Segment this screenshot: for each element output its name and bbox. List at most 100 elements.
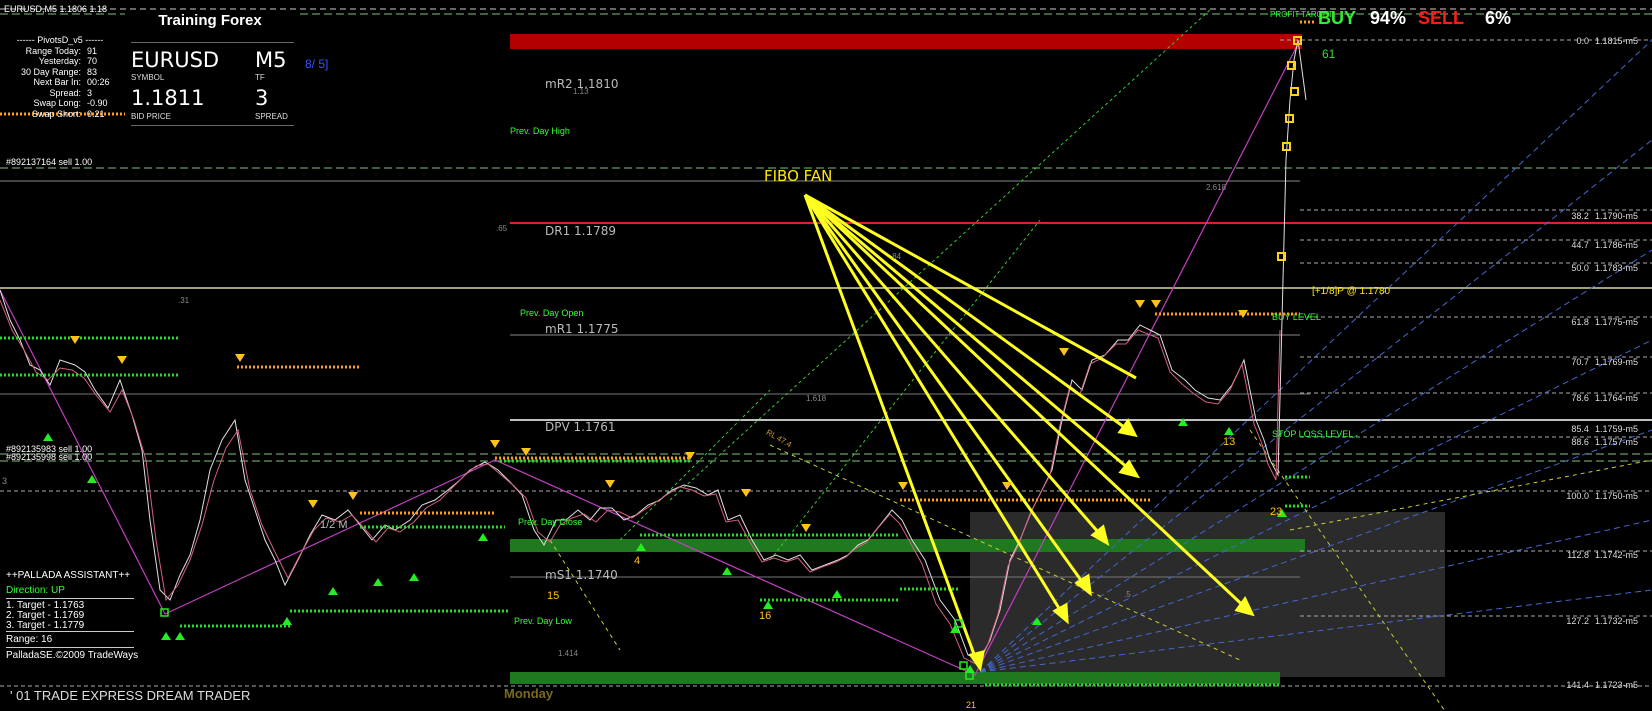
bid-price-label: BID PRICE	[131, 112, 172, 121]
price-scale-pct: 50.0	[1571, 263, 1589, 273]
price-scale-label: 100.0 1.1750-m5	[1566, 491, 1638, 501]
timeframe-value: M5	[255, 48, 287, 72]
price-scale-tag: m5	[1625, 437, 1638, 447]
price-scale-tag: m5	[1625, 393, 1638, 403]
price-scale-price: 1.1775	[1594, 317, 1623, 327]
stop-loss-label: STOP LOSS LEVEL	[1272, 429, 1354, 439]
red-resistance-band	[510, 34, 1302, 49]
wave-number: 4	[634, 555, 641, 567]
price-scale-pct: 100.0	[1566, 491, 1589, 501]
price-scale-tag: m5	[1625, 550, 1638, 560]
symbol-value: EURUSD	[131, 48, 220, 72]
signal-squares	[1277, 36, 1302, 261]
ratio-label: .31	[178, 296, 190, 305]
pallada-assistant-panel: ++PALLADA ASSISTANT++ Direction: UP 1. T…	[6, 568, 166, 663]
ms1-label: mS1 1.1740	[545, 568, 618, 582]
price-scale-pct: 0.0	[1576, 36, 1589, 46]
ratio-label: 2.618	[1206, 183, 1227, 192]
buy-label: BUY	[1318, 8, 1357, 28]
price-scale-label: 85.4 1.1759-m5	[1571, 424, 1638, 434]
order-label-3[interactable]: #892135998 sell 1.00	[6, 452, 92, 462]
price-scale-pct: 85.4	[1571, 424, 1589, 434]
price-scale-label: 127.2 1.1732-m5	[1566, 616, 1638, 626]
ratio-label: 1.414	[558, 649, 579, 658]
price-scale-label: 50.0 1.1783-m5	[1571, 263, 1638, 273]
pivots-row: Yesterday: 70	[5, 56, 125, 67]
pivots-panel: ------ PivotsD_v5 ------ Range Today: 91 …	[5, 35, 125, 119]
pivots-row: Swap Long: -0.90	[5, 98, 125, 109]
order-label-1[interactable]: #892137164 sell 1.00	[6, 157, 92, 167]
price-scale-label: 38.2 1.1790-m5	[1571, 211, 1638, 221]
wave-number: 23	[1270, 506, 1283, 518]
pivots-row-label: Yesterday:	[38, 56, 81, 66]
buy-percent: 94%	[1370, 8, 1407, 28]
pallada-range: Range: 16	[6, 634, 53, 645]
pallada-copyright: PalladaSE.©2009 TradeWays	[6, 650, 139, 661]
plus-pivot-label: [+1/8]P @ 1.1780	[1312, 286, 1391, 297]
price-scale-pct: 70.7	[1571, 357, 1589, 367]
prev-day-high-label: Prev. Day High	[510, 126, 570, 136]
price-scale-tag: m5	[1625, 616, 1638, 626]
tf-divider-bottom	[131, 125, 294, 126]
price-scale-tag: m5	[1625, 424, 1638, 434]
prev-day-open-label: Prev. Day Open	[520, 308, 584, 318]
pivots-row-value: -0.90	[87, 98, 108, 108]
price-scale-tag: m5	[1625, 36, 1638, 46]
price-scale-price: 1.1750	[1594, 491, 1623, 501]
monday-label: Monday	[504, 686, 554, 701]
pivots-row: Next Bar In: 00:26	[5, 77, 125, 88]
pivots-row-value: 83	[87, 66, 98, 77]
price-scale-price: 1.1764	[1594, 393, 1623, 403]
wave-number: 13	[1223, 436, 1236, 448]
price-scale-tag: m5	[1625, 491, 1638, 501]
prev-day-close-label: Prev. Day Close	[518, 517, 583, 527]
sell-label: SELL	[1418, 8, 1465, 28]
wave-number: 21	[966, 700, 977, 710]
wave-number: 16	[759, 610, 772, 622]
price-scale-label: 0.0 1.1815-m5	[1576, 36, 1638, 46]
dr1-label: DR1 1.1789	[545, 224, 617, 238]
spread-label: SPREAD	[255, 112, 288, 121]
price-scale-price: 1.1757	[1594, 437, 1623, 447]
price-scale-tag: m5	[1625, 211, 1638, 221]
pallada-target-3: 3. Target - 1.1779	[6, 620, 85, 631]
sell-percent: 6%	[1485, 8, 1512, 28]
window-title[interactable]: EURUSD,M5 1.1806 1.18	[4, 4, 107, 14]
price-scale-tag: m5	[1625, 680, 1638, 690]
half-m-label: 1/2 M	[320, 519, 348, 531]
price-scale-price: 1.1732	[1594, 616, 1623, 626]
green-support-band-2	[510, 672, 1280, 684]
wave-number: 3	[2, 476, 8, 486]
pallada-direction: Direction: UP	[6, 585, 65, 596]
pivots-row-label: Spread:	[49, 87, 81, 98]
price-scale-label: 112.8 1.1742-m5	[1567, 550, 1638, 560]
price-scale-pct: 112.8	[1567, 550, 1589, 560]
price-scale-label: 44.7 1.1786-m5	[1571, 240, 1638, 250]
bid-price-value: 1.1811	[131, 86, 205, 110]
price-scale-pct: 78.6	[1571, 393, 1589, 403]
training-forex-box: Training Forex EURUSD M5 SYMBOL TF 1.181…	[125, 10, 297, 128]
pivots-row-label: Swap Long:	[33, 98, 81, 108]
timeframe-label: TF	[255, 73, 265, 82]
green-diagonals	[619, 9, 1211, 561]
price-zone-box	[970, 512, 1445, 677]
pivots-header: ------ PivotsD_v5 ------	[16, 35, 104, 45]
price-scale-pct: 141.4	[1566, 680, 1589, 690]
prev-day-low-label: Prev. Day Low	[514, 616, 572, 626]
price-scale-price: 1.1769	[1594, 357, 1623, 367]
price-scale-label: 70.7 1.1769-m5	[1571, 357, 1638, 367]
ratio-label: .65	[496, 224, 508, 233]
price-scale-label: 61.8 1.1775-m5	[1571, 317, 1638, 327]
pivots-row-value: 3	[87, 87, 93, 98]
pivots-row: 30 Day Range: 83	[5, 67, 125, 78]
ratio-label: 1.13	[573, 87, 589, 96]
price-scale-label: 78.6 1.1764-m5	[1571, 393, 1638, 403]
price-scale-pct: 88.6	[1571, 437, 1589, 447]
buy-level-label: BUY LEVEL	[1272, 312, 1321, 322]
price-scale-tag: m5	[1625, 263, 1638, 273]
wave-number: 15	[547, 590, 560, 602]
footer-text: ' 01 TRADE EXPRESS DREAM TRADER	[10, 688, 251, 703]
ratio-label: .84	[890, 252, 902, 261]
fibo-fan-label: FIBO FAN	[764, 167, 833, 185]
price-scale-price: 1.1759	[1594, 424, 1623, 434]
